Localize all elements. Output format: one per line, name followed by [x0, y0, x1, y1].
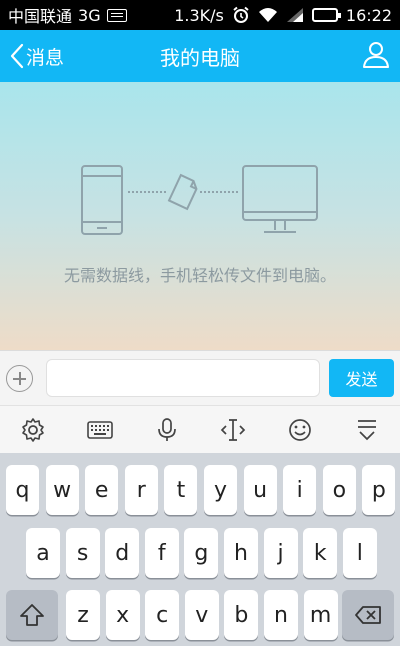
settings-button[interactable] — [13, 410, 53, 450]
key-s[interactable]: s — [65, 528, 100, 578]
add-icon[interactable] — [6, 365, 33, 392]
key-c[interactable]: c — [145, 590, 180, 640]
key-g[interactable]: g — [184, 528, 219, 578]
back-button[interactable]: 消息 — [0, 30, 64, 82]
monitor-icon — [242, 165, 318, 233]
hide-keyboard-button[interactable] — [347, 410, 387, 450]
key-d[interactable]: d — [105, 528, 140, 578]
key-p[interactable]: p — [362, 465, 396, 515]
battery-icon — [311, 8, 341, 22]
key-e[interactable]: e — [85, 465, 119, 515]
key-k[interactable]: k — [303, 528, 338, 578]
back-label: 消息 — [26, 46, 65, 69]
keyboard-icon — [87, 420, 113, 439]
key-l[interactable]: l — [342, 528, 377, 578]
key-r[interactable]: r — [124, 465, 158, 515]
chevron-left-icon — [10, 43, 24, 69]
emoji-button[interactable] — [280, 410, 320, 450]
send-button[interactable]: 发送 — [329, 359, 394, 397]
backspace-key[interactable] — [342, 590, 394, 640]
status-bar: 中国联通 3G 1.3K/s 16:22 — [0, 0, 400, 30]
speed-label: 1.3K/s — [174, 5, 224, 25]
settings-icon — [22, 417, 45, 442]
keyboard-icon — [106, 8, 127, 22]
key-u[interactable]: u — [243, 465, 277, 515]
person-icon — [363, 42, 389, 68]
key-n[interactable]: n — [264, 590, 298, 640]
input-bar: 发送 — [0, 350, 400, 405]
cursor-icon — [221, 418, 246, 441]
key-x[interactable]: x — [105, 590, 140, 640]
file-icon — [167, 173, 198, 211]
key-b[interactable]: b — [224, 590, 259, 640]
keyboard-switch-button[interactable] — [80, 410, 120, 450]
key-m[interactable]: m — [303, 590, 338, 640]
alarm-icon — [233, 6, 249, 23]
message-input[interactable] — [46, 359, 320, 397]
phone-icon — [81, 165, 123, 235]
key-f[interactable]: f — [144, 528, 179, 578]
signal-icon — [286, 8, 303, 22]
shift-icon — [20, 604, 44, 626]
soft-keyboard: qwertyuiop asdfghjkl zxcvbnm — [0, 453, 400, 646]
backspace-icon — [355, 606, 381, 624]
key-q[interactable]: q — [6, 465, 39, 515]
emoji-icon — [289, 418, 311, 441]
keyboard-toolbar — [0, 405, 400, 453]
cursor-button[interactable] — [213, 410, 253, 450]
network-label: 3G — [78, 5, 101, 25]
key-o[interactable]: o — [322, 465, 356, 515]
key-t[interactable]: t — [164, 465, 198, 515]
title-bar: 消息 我的电脑 — [0, 30, 400, 82]
key-i[interactable]: i — [283, 465, 317, 515]
shift-key[interactable] — [6, 590, 58, 640]
key-w[interactable]: w — [45, 465, 79, 515]
hide-keyboard-icon — [357, 419, 376, 440]
profile-button[interactable] — [362, 40, 390, 72]
transfer-illustration — [81, 165, 318, 235]
clock: 16:22 — [345, 5, 392, 25]
empty-hint: 无需数据线，手机轻松传文件到电脑。 — [63, 266, 336, 285]
chat-area: 无需数据线，手机轻松传文件到电脑。 — [0, 82, 400, 350]
key-v[interactable]: v — [184, 590, 219, 640]
carrier-label: 中国联通 — [8, 7, 73, 26]
key-j[interactable]: j — [263, 528, 298, 578]
key-y[interactable]: y — [204, 465, 237, 515]
wifi-icon — [258, 8, 277, 22]
key-z[interactable]: z — [66, 590, 100, 640]
microphone-icon — [157, 417, 176, 441]
key-a[interactable]: a — [26, 528, 60, 578]
key-h[interactable]: h — [224, 528, 258, 578]
voice-input-button[interactable] — [147, 410, 187, 450]
